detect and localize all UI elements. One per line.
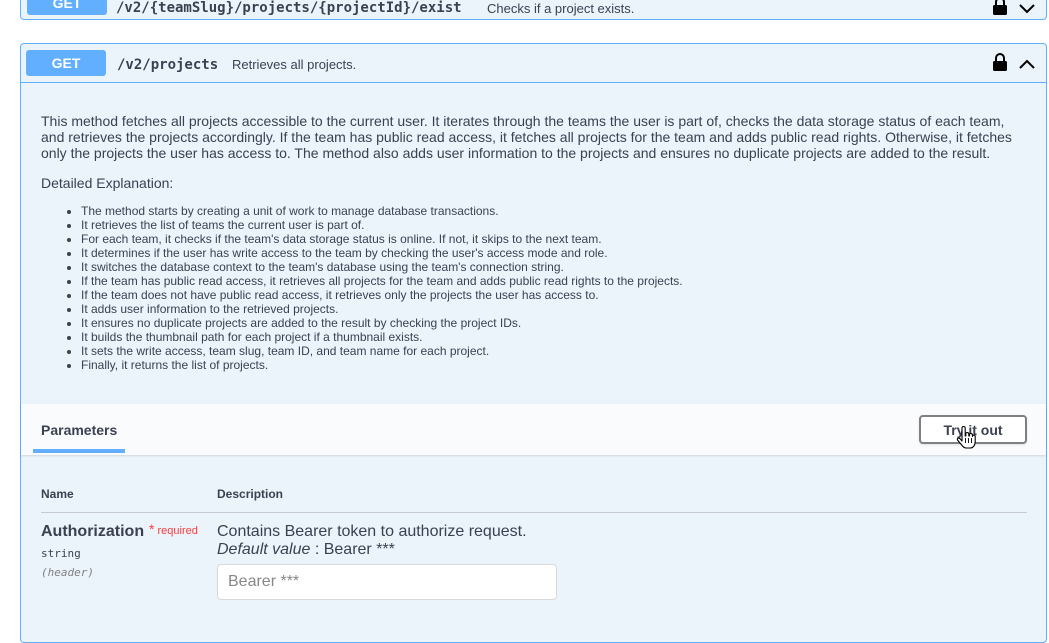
detail-list: The method starts by creating a unit of …: [41, 204, 683, 372]
method-badge: GET: [27, 0, 107, 15]
list-item: It builds the thumbnail path for each pr…: [81, 330, 683, 344]
parameter-location: (header): [41, 566, 94, 579]
list-item: The method starts by creating a unit of …: [81, 204, 683, 218]
operation-block-project-exists[interactable]: GET /v2/{teamSlug}/projects/{projectId}/…: [20, 0, 1047, 20]
list-item: It switches the database context to the …: [81, 260, 683, 274]
hand-cursor-icon: [956, 426, 976, 449]
required-star: *: [149, 521, 155, 537]
parameter-default: Default value : Bearer ***: [217, 541, 395, 559]
required-label: required: [157, 525, 198, 537]
tab-parameters[interactable]: Parameters: [41, 422, 117, 438]
parameters-section-header: Parameters Try it out: [21, 404, 1046, 455]
default-label: Default value: [217, 541, 311, 558]
list-item: It adds user information to the retrieve…: [81, 302, 683, 316]
description-text: This method fetches all projects accessi…: [41, 113, 1012, 161]
parameter-name: Authorization: [41, 523, 145, 540]
chevron-up-icon[interactable]: [1018, 58, 1036, 70]
chevron-down-icon[interactable]: [1018, 2, 1036, 14]
operation-block-get-projects: GET /v2/projects Retrieves all projects.…: [20, 43, 1047, 643]
operation-path: /v2/projects: [117, 57, 219, 73]
column-header-name: Name: [41, 487, 74, 501]
lock-icon[interactable]: [992, 53, 1008, 71]
parameter-description: Contains Bearer token to authorize reque…: [217, 523, 527, 540]
operation-summary: Retrieves all projects.: [232, 57, 357, 72]
list-item: It determines if the user has write acce…: [81, 246, 683, 260]
method-badge: GET: [26, 50, 106, 76]
detail-heading: Detailed Explanation:: [41, 175, 174, 191]
operation-summary: Checks if a project exists.: [487, 1, 635, 16]
divider: [41, 512, 1027, 513]
list-item: It sets the write access, team slug, tea…: [81, 344, 683, 358]
column-header-description: Description: [217, 487, 284, 501]
list-item: For each team, it checks if the team's d…: [81, 232, 683, 246]
tab-active-indicator: [33, 449, 125, 453]
list-item: Finally, it returns the list of projects…: [81, 358, 683, 372]
default-separator: :: [310, 541, 324, 558]
operation-summary-bar[interactable]: GET /v2/projects Retrieves all projects.: [21, 44, 1046, 83]
list-item: If the team has public read access, it r…: [81, 274, 683, 288]
authorization-input[interactable]: [217, 564, 557, 600]
operation-description: This method fetches all projects accessi…: [41, 113, 1026, 161]
list-item: It ensures no duplicate projects are add…: [81, 316, 683, 330]
list-item: If the team does not have public read ac…: [81, 288, 683, 302]
default-value: Bearer ***: [323, 541, 395, 558]
parameter-type: string: [41, 547, 81, 560]
operation-path: /v2/{teamSlug}/projects/{projectId}/exis…: [116, 0, 462, 16]
required-badge: * required: [149, 521, 198, 537]
lock-icon[interactable]: [992, 0, 1008, 15]
list-item: It retrieves the list of teams the curre…: [81, 218, 683, 232]
